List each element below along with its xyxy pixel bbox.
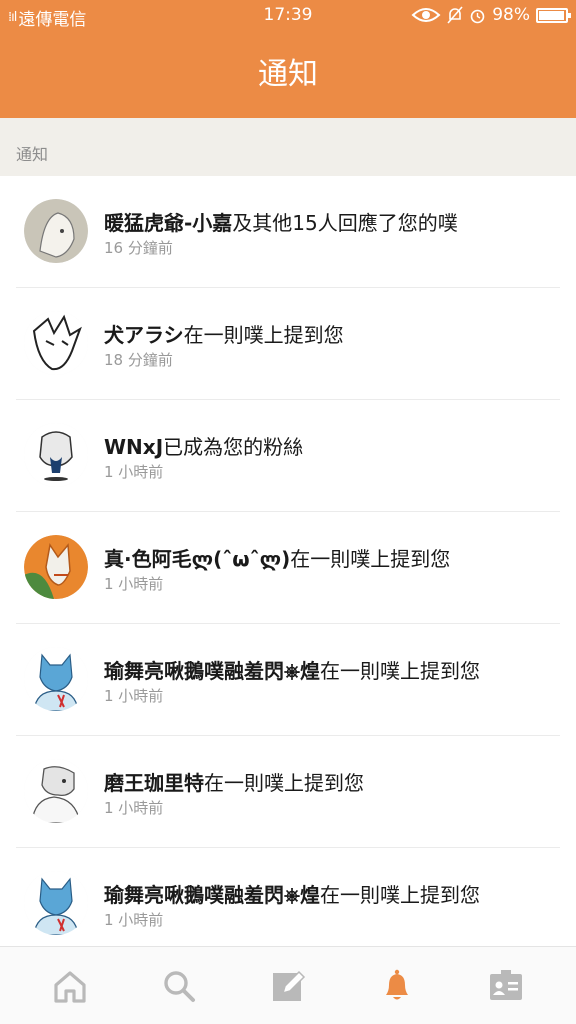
notification-action: 在一則噗上提到您 <box>183 323 344 347</box>
notification-row[interactable]: 瑜舞亮啾鵝噗融羞閃⎈煌在一則噗上提到您 1 小時前 <box>16 624 560 736</box>
battery-icon <box>536 7 571 23</box>
avatar[interactable] <box>24 871 88 935</box>
notification-time: 1 小時前 <box>104 463 164 481</box>
status-bar: ⁞ıl 遠傳電信 17:39 98% <box>0 0 576 32</box>
tab-compose[interactable] <box>253 956 323 1016</box>
notification-user[interactable]: 犬アラシ <box>104 323 184 347</box>
notification-time: 18 分鐘前 <box>104 351 173 369</box>
notification-row[interactable]: 真·色阿毛ლ(ˆωˆლ)在一則噗上提到您 1 小時前 <box>16 512 560 624</box>
notification-row[interactable]: WNxJ已成為您的粉絲 1 小時前 <box>16 400 560 512</box>
notification-action: 及其他15人回應了您的噗 <box>232 211 458 235</box>
notification-action: 在一則噗上提到您 <box>290 547 451 571</box>
bottom-tab-bar <box>0 946 576 1024</box>
notification-text: 瑜舞亮啾鵝噗融羞閃⎈煌在一則噗上提到您 <box>104 879 556 908</box>
notification-text: 瑜舞亮啾鵝噗融羞閃⎈煌在一則噗上提到您 <box>104 655 556 684</box>
page-title: 通知 <box>258 57 318 92</box>
section-label: 通知 <box>16 145 49 164</box>
notification-time: 16 分鐘前 <box>104 239 173 257</box>
notification-row[interactable]: 磨王珈里特在一則噗上提到您 1 小時前 <box>16 736 560 848</box>
notification-text: WNxJ已成為您的粉絲 <box>104 431 556 460</box>
notification-time: 1 小時前 <box>104 575 164 593</box>
notification-user[interactable]: 瑜舞亮啾鵝噗融羞閃⎈煌 <box>104 883 320 907</box>
avatar[interactable] <box>24 311 88 375</box>
tab-home[interactable] <box>35 956 105 1016</box>
notification-user[interactable]: WNxJ <box>104 435 163 459</box>
notification-text: 磨王珈里特在一則噗上提到您 <box>104 767 556 796</box>
notification-text: 犬アラシ在一則噗上提到您 <box>104 319 556 348</box>
avatar[interactable] <box>24 535 88 599</box>
section-header: 通知 <box>0 118 576 176</box>
notification-action: 在一則噗上提到您 <box>320 659 480 683</box>
status-right: 98% <box>411 5 571 25</box>
notification-action: 已成為您的粉絲 <box>163 435 304 459</box>
notification-row[interactable]: 犬アラシ在一則噗上提到您 18 分鐘前 <box>16 288 560 400</box>
notification-user[interactable]: 磨王珈里特 <box>104 771 204 795</box>
notification-time: 1 小時前 <box>104 687 164 705</box>
search-icon <box>164 970 196 1002</box>
notification-row[interactable]: 暖猛虎爺-小嘉及其他15人回應了您的噗 16 分鐘前 <box>16 176 560 288</box>
notification-text: 暖猛虎爺-小嘉及其他15人回應了您的噗 <box>104 207 556 236</box>
tab-profile[interactable] <box>471 956 541 1016</box>
notification-row[interactable]: 瑜舞亮啾鵝噗融羞閃⎈煌在一則噗上提到您 1 小時前 <box>16 848 560 946</box>
notification-user[interactable]: 真·色阿毛ლ(ˆωˆლ) <box>104 547 290 571</box>
notification-time: 1 小時前 <box>104 799 164 817</box>
tab-search[interactable] <box>144 956 214 1016</box>
notification-user[interactable]: 暖猛虎爺-小嘉 <box>104 211 232 235</box>
app-header: 通知 <box>0 32 576 118</box>
avatar[interactable] <box>24 759 88 823</box>
battery-label: 98% <box>492 5 530 25</box>
avatar[interactable] <box>24 199 88 263</box>
compose-icon <box>272 970 306 1001</box>
home-icon <box>54 970 86 1003</box>
notification-time: 1 小時前 <box>104 911 164 929</box>
alarm-icon <box>470 9 485 23</box>
notification-action: 在一則噗上提到您 <box>204 771 364 795</box>
notification-text: 真·色阿毛ლ(ˆωˆლ)在一則噗上提到您 <box>104 543 556 572</box>
avatar[interactable] <box>24 647 88 711</box>
bell-icon <box>385 969 408 999</box>
avatar[interactable] <box>24 423 88 487</box>
profile-card-icon <box>489 969 522 1000</box>
notification-action: 在一則噗上提到您 <box>320 883 480 907</box>
notification-user[interactable]: 瑜舞亮啾鵝噗融羞閃⎈煌 <box>104 659 320 683</box>
mute-bell-icon <box>447 6 463 24</box>
tab-notifications[interactable] <box>362 956 432 1016</box>
notification-list[interactable]: 暖猛虎爺-小嘉及其他15人回應了您的噗 16 分鐘前 犬アラシ在一則噗上提到您 … <box>0 176 576 946</box>
eye-icon <box>411 8 441 22</box>
